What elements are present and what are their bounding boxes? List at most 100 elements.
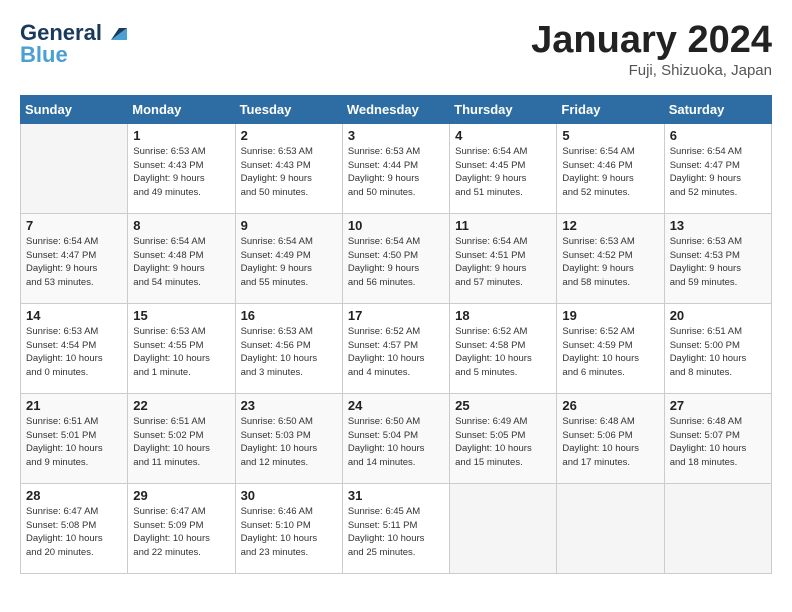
day-info: Sunrise: 6:53 AM Sunset: 4:43 PM Dayligh… xyxy=(133,145,229,200)
week-row-4: 21Sunrise: 6:51 AM Sunset: 5:01 PM Dayli… xyxy=(21,393,772,483)
day-info: Sunrise: 6:54 AM Sunset: 4:47 PM Dayligh… xyxy=(26,235,122,290)
day-number: 28 xyxy=(26,488,122,503)
calendar-cell: 22 Sunrise: 6:51 AM Sunset: 5:02 PM Dayli… xyxy=(128,393,235,483)
day-info: Sunrise: 6:54 AM Sunset: 4:47 PM Dayligh… xyxy=(670,145,766,200)
calendar-cell xyxy=(450,483,557,573)
weekday-header-friday: Friday xyxy=(557,95,664,123)
day-info: Sunrise: 6:53 AM Sunset: 4:52 PM Dayligh… xyxy=(562,235,658,290)
day-number: 23 xyxy=(241,398,337,413)
day-number: 30 xyxy=(241,488,337,503)
calendar-cell: 27 Sunrise: 6:48 AM Sunset: 5:07 PM Dayli… xyxy=(664,393,771,483)
day-info: Sunrise: 6:48 AM Sunset: 5:06 PM Dayligh… xyxy=(562,415,658,470)
calendar-cell: 1 Sunrise: 6:53 AM Sunset: 4:43 PM Daylig… xyxy=(128,123,235,213)
calendar-cell: 9 Sunrise: 6:54 AM Sunset: 4:49 PM Daylig… xyxy=(235,213,342,303)
day-info: Sunrise: 6:53 AM Sunset: 4:53 PM Dayligh… xyxy=(670,235,766,290)
calendar-cell: 29Sunrise: 6:47 AM Sunset: 5:09 PM Dayli… xyxy=(128,483,235,573)
day-info: Sunrise: 6:47 AM Sunset: 5:09 PM Dayligh… xyxy=(133,505,229,560)
day-number: 26 xyxy=(562,398,658,413)
weekday-header-row: SundayMondayTuesdayWednesdayThursdayFrid… xyxy=(21,95,772,123)
day-number: 3 xyxy=(348,128,444,143)
day-number: 8 xyxy=(133,218,229,233)
calendar-cell: 28 Sunrise: 6:47 AM Sunset: 5:08 PM Dayli… xyxy=(21,483,128,573)
calendar-cell: 21Sunrise: 6:51 AM Sunset: 5:01 PM Dayli… xyxy=(21,393,128,483)
day-number: 10 xyxy=(348,218,444,233)
day-number: 5 xyxy=(562,128,658,143)
day-info: Sunrise: 6:54 AM Sunset: 4:48 PM Dayligh… xyxy=(133,235,229,290)
logo-icon xyxy=(105,22,127,44)
calendar-cell: 2Sunrise: 6:53 AM Sunset: 4:43 PM Daylig… xyxy=(235,123,342,213)
day-info: Sunrise: 6:51 AM Sunset: 5:00 PM Dayligh… xyxy=(670,325,766,380)
calendar-table: SundayMondayTuesdayWednesdayThursdayFrid… xyxy=(20,95,772,574)
day-info: Sunrise: 6:54 AM Sunset: 4:50 PM Dayligh… xyxy=(348,235,444,290)
day-info: Sunrise: 6:53 AM Sunset: 4:56 PM Dayligh… xyxy=(241,325,337,380)
title-block: January 2024 Fuji, Shizuoka, Japan xyxy=(531,20,772,79)
day-info: Sunrise: 6:48 AM Sunset: 5:07 PM Dayligh… xyxy=(670,415,766,470)
calendar-cell: 18 Sunrise: 6:52 AM Sunset: 4:58 PM Dayli… xyxy=(450,303,557,393)
day-number: 27 xyxy=(670,398,766,413)
calendar-cell: 14 Sunrise: 6:53 AM Sunset: 4:54 PM Dayli… xyxy=(21,303,128,393)
day-number: 1 xyxy=(133,128,229,143)
week-row-2: 7 Sunrise: 6:54 AM Sunset: 4:47 PM Daylig… xyxy=(21,213,772,303)
calendar-cell: 15 Sunrise: 6:53 AM Sunset: 4:55 PM Dayli… xyxy=(128,303,235,393)
week-row-3: 14 Sunrise: 6:53 AM Sunset: 4:54 PM Dayli… xyxy=(21,303,772,393)
day-info: Sunrise: 6:49 AM Sunset: 5:05 PM Dayligh… xyxy=(455,415,551,470)
day-info: Sunrise: 6:53 AM Sunset: 4:55 PM Dayligh… xyxy=(133,325,229,380)
day-info: Sunrise: 6:53 AM Sunset: 4:54 PM Dayligh… xyxy=(26,325,122,380)
day-number: 21 xyxy=(26,398,122,413)
day-number: 15 xyxy=(133,308,229,323)
calendar-cell: 11 Sunrise: 6:54 AM Sunset: 4:51 PM Dayli… xyxy=(450,213,557,303)
day-number: 17 xyxy=(348,308,444,323)
day-info: Sunrise: 6:52 AM Sunset: 4:59 PM Dayligh… xyxy=(562,325,658,380)
weekday-header-thursday: Thursday xyxy=(450,95,557,123)
calendar-cell: 5Sunrise: 6:54 AM Sunset: 4:46 PM Daylig… xyxy=(557,123,664,213)
calendar-cell: 17Sunrise: 6:52 AM Sunset: 4:57 PM Dayli… xyxy=(342,303,449,393)
calendar-cell: 30 Sunrise: 6:46 AM Sunset: 5:10 PM Dayli… xyxy=(235,483,342,573)
day-info: Sunrise: 6:52 AM Sunset: 4:58 PM Dayligh… xyxy=(455,325,551,380)
location: Fuji, Shizuoka, Japan xyxy=(531,62,772,79)
day-number: 9 xyxy=(241,218,337,233)
day-number: 31 xyxy=(348,488,444,503)
day-number: 20 xyxy=(670,308,766,323)
day-info: Sunrise: 6:50 AM Sunset: 5:03 PM Dayligh… xyxy=(241,415,337,470)
day-number: 7 xyxy=(26,218,122,233)
weekday-header-monday: Monday xyxy=(128,95,235,123)
logo-blue: Blue xyxy=(20,42,68,68)
day-number: 6 xyxy=(670,128,766,143)
day-info: Sunrise: 6:54 AM Sunset: 4:51 PM Dayligh… xyxy=(455,235,551,290)
logo: General Blue xyxy=(20,20,127,68)
calendar-cell: 13Sunrise: 6:53 AM Sunset: 4:53 PM Dayli… xyxy=(664,213,771,303)
day-info: Sunrise: 6:54 AM Sunset: 4:49 PM Dayligh… xyxy=(241,235,337,290)
day-number: 14 xyxy=(26,308,122,323)
page-header: General Blue January 2024 Fuji, Shizuoka… xyxy=(20,20,772,79)
calendar-cell xyxy=(21,123,128,213)
calendar-cell: 25 Sunrise: 6:49 AM Sunset: 5:05 PM Dayli… xyxy=(450,393,557,483)
calendar-cell xyxy=(664,483,771,573)
day-number: 16 xyxy=(241,308,337,323)
calendar-cell xyxy=(557,483,664,573)
day-info: Sunrise: 6:51 AM Sunset: 5:02 PM Dayligh… xyxy=(133,415,229,470)
day-info: Sunrise: 6:47 AM Sunset: 5:08 PM Dayligh… xyxy=(26,505,122,560)
day-number: 12 xyxy=(562,218,658,233)
calendar-cell: 8 Sunrise: 6:54 AM Sunset: 4:48 PM Daylig… xyxy=(128,213,235,303)
day-info: Sunrise: 6:53 AM Sunset: 4:44 PM Dayligh… xyxy=(348,145,444,200)
calendar-cell: 31 Sunrise: 6:45 AM Sunset: 5:11 PM Dayli… xyxy=(342,483,449,573)
week-row-1: 1 Sunrise: 6:53 AM Sunset: 4:43 PM Daylig… xyxy=(21,123,772,213)
weekday-header-wednesday: Wednesday xyxy=(342,95,449,123)
day-number: 2 xyxy=(241,128,337,143)
calendar-cell: 6 Sunrise: 6:54 AM Sunset: 4:47 PM Daylig… xyxy=(664,123,771,213)
calendar-cell: 20 Sunrise: 6:51 AM Sunset: 5:00 PM Dayli… xyxy=(664,303,771,393)
month-title: January 2024 xyxy=(531,20,772,62)
day-info: Sunrise: 6:45 AM Sunset: 5:11 PM Dayligh… xyxy=(348,505,444,560)
day-info: Sunrise: 6:46 AM Sunset: 5:10 PM Dayligh… xyxy=(241,505,337,560)
weekday-header-saturday: Saturday xyxy=(664,95,771,123)
day-number: 22 xyxy=(133,398,229,413)
day-number: 4 xyxy=(455,128,551,143)
day-info: Sunrise: 6:54 AM Sunset: 4:45 PM Dayligh… xyxy=(455,145,551,200)
calendar-cell: 10 Sunrise: 6:54 AM Sunset: 4:50 PM Dayli… xyxy=(342,213,449,303)
day-number: 18 xyxy=(455,308,551,323)
day-number: 25 xyxy=(455,398,551,413)
day-info: Sunrise: 6:50 AM Sunset: 5:04 PM Dayligh… xyxy=(348,415,444,470)
day-number: 19 xyxy=(562,308,658,323)
day-number: 11 xyxy=(455,218,551,233)
calendar-cell: 7 Sunrise: 6:54 AM Sunset: 4:47 PM Daylig… xyxy=(21,213,128,303)
